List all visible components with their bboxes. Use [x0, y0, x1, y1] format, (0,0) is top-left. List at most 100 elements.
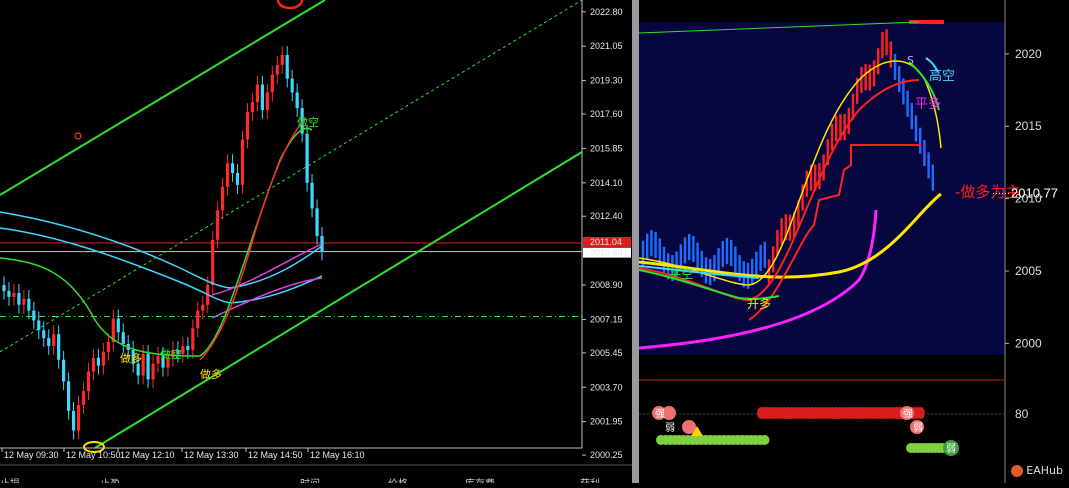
current-price-label: 2010.77: [1011, 185, 1058, 200]
left-chart-panel[interactable]: 做多 做空 做多 做空 2022.80 2021.05 2019.30 2017.60 201…: [0, 0, 632, 483]
price-tick-label: 2021.05: [590, 41, 623, 51]
price-tick-label: 2008.90: [590, 280, 623, 290]
time-tick-label: 12 May 14:50: [248, 450, 303, 460]
indicator-candle: [759, 244, 762, 271]
price-tick-label: 2010.60: [590, 248, 623, 258]
candle-body: [42, 330, 46, 339]
indicator-candle: [692, 235, 695, 262]
oscillator-tick-label: 80: [1015, 407, 1029, 421]
candle-body: [32, 310, 36, 321]
indicator-candle: [763, 241, 766, 268]
candle-body: [52, 334, 56, 346]
indicator-candle: [721, 241, 724, 268]
strength-badge-label: 弱: [665, 422, 675, 434]
terminal-column-3[interactable]: 价格: [388, 475, 408, 483]
indicator-candle: [734, 246, 737, 273]
candle-body: [285, 55, 289, 79]
price-tick-label: 2019.30: [590, 76, 623, 86]
candle-body: [230, 163, 235, 173]
indicator-candle: [923, 139, 926, 167]
signal-label: 做多: [120, 351, 142, 365]
terminal-column-5[interactable]: 获利: [580, 475, 600, 483]
price-tick-label: 2012.40: [590, 211, 623, 221]
red-ma-line: [199, 117, 307, 361]
price-tick-label: 2022.80: [590, 7, 623, 17]
strength-badge-label: 强: [655, 408, 665, 420]
candle-body: [7, 290, 11, 297]
indicator-candle: [646, 233, 649, 260]
candle-body: [295, 92, 299, 109]
candle-body: [225, 163, 230, 187]
candle-body: [280, 55, 284, 65]
price-tick-label: 2003.70: [590, 382, 623, 392]
price-tick-label: 2007.15: [590, 314, 623, 324]
candle-body: [81, 391, 86, 405]
candle-body: [12, 292, 16, 297]
moving-average-lines: [0, 117, 323, 361]
indicator-candle: [864, 64, 867, 91]
indicator-candle: [767, 259, 771, 286]
price-tick-label: 2015.85: [590, 143, 623, 153]
right-price-label: 2000: [1015, 336, 1042, 350]
chart-splitter[interactable]: [632, 0, 639, 483]
price-tick-label: 2014.10: [590, 178, 623, 188]
indicator-candle: [860, 66, 863, 94]
indicator-candle: [877, 48, 880, 75]
indicator-candle: [898, 66, 901, 93]
candle-body: [270, 74, 274, 93]
candle-body: [265, 92, 269, 111]
price-tick-label: 2000.25: [590, 450, 623, 460]
terminal-column-headers: 止损 止盈 时间 价格 库存费 获利: [0, 475, 632, 483]
indicator-label: 平空: [669, 267, 693, 281]
indicator-candle: [830, 123, 834, 150]
signal-dot-icon: [74, 132, 82, 140]
candle-body: [86, 371, 91, 392]
indicator-candle: [751, 258, 754, 285]
indicator-candle: [658, 238, 661, 265]
indicator-candle: [868, 64, 871, 91]
channel-upper-line: [0, 0, 326, 196]
signal-label: 做空: [297, 115, 319, 129]
signal-label: 做多: [200, 367, 222, 381]
candle-body: [17, 292, 21, 305]
indicator-label: S: [907, 54, 914, 67]
time-tick-label: 12 May 16:10: [310, 450, 365, 460]
right-chart-panel[interactable]: S 高空 平多 平空 开多 -做多为主 2020 2015 2010 2005 2000 2010.…: [638, 0, 1069, 483]
indicator-candle: [650, 230, 653, 257]
cyan-ma-line-1: [0, 211, 323, 289]
indicator-candle: [717, 248, 720, 275]
indicator-candle: [885, 29, 888, 56]
terminal-column-4[interactable]: 库存费: [465, 475, 495, 483]
candle-body: [91, 357, 96, 372]
indicator-candle: [835, 115, 838, 142]
time-tick-label: 12 May 09:30: [4, 450, 59, 460]
indicator-candle: [919, 127, 922, 154]
terminal-column-1[interactable]: 止盈: [100, 475, 120, 483]
candle-body: [106, 342, 110, 352]
indicator-candle: [893, 53, 897, 80]
indicator-candle: [696, 242, 699, 269]
price-tick-label: 2001.95: [590, 417, 623, 427]
terminal-column-2[interactable]: 时间: [300, 475, 320, 483]
signal-label: 做空: [160, 347, 182, 361]
watermark-text: EAHub: [1026, 464, 1063, 477]
candle-body: [240, 139, 245, 185]
candle-body: [250, 102, 255, 113]
indicator-label: 平多: [915, 96, 941, 112]
candle-body: [71, 410, 76, 431]
candle-body: [101, 351, 105, 366]
candle-body: [275, 64, 279, 75]
xauusd-price-chart[interactable]: 做多做空做多做空 2022.802021.052019.302017.60201…: [0, 0, 632, 483]
weak-bar: [759, 435, 770, 445]
time-tick-label: 12 May 13:30: [184, 450, 239, 460]
candle-body: [255, 84, 260, 103]
eahub-watermark: EAHub: [1011, 464, 1063, 477]
indicator-candle: [780, 218, 783, 245]
terminal-column-0[interactable]: 止损: [0, 475, 20, 483]
indicator-candle: [730, 239, 733, 267]
right-price-label: 2020: [1015, 47, 1042, 61]
candle-body: [315, 208, 319, 236]
candle-body: [216, 210, 220, 240]
indicator-price-chart[interactable]: S高空平多平空开多-做多为主 202020152010200520002010.…: [638, 0, 1069, 483]
oscillator-subwindow: 80强 强弱 弱弱: [639, 406, 1029, 456]
